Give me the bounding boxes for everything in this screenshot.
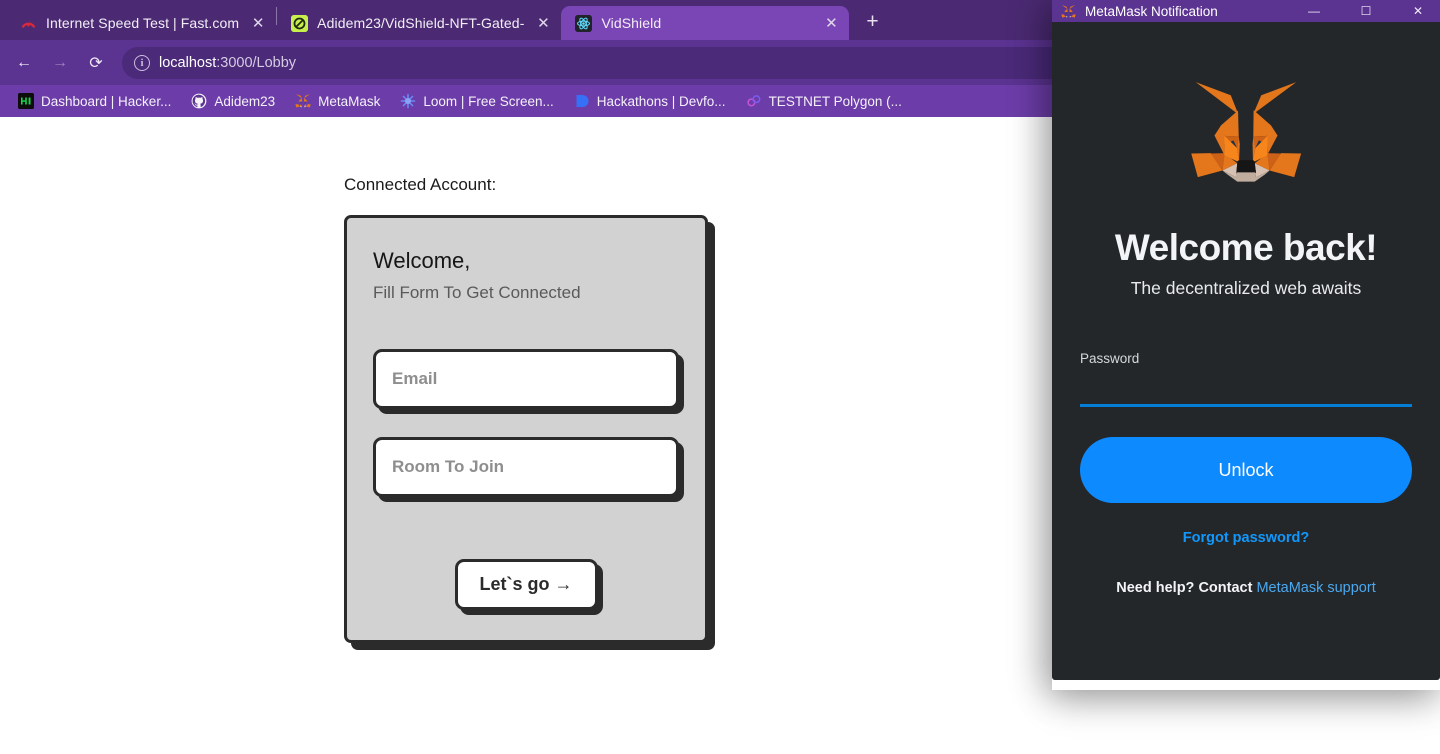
forward-button[interactable]: → (44, 47, 76, 79)
address-bar-url: localhost:3000/Lobby (159, 55, 296, 71)
bookmark-label: TESTNET Polygon (... (768, 93, 902, 109)
polygon-icon (746, 93, 762, 109)
react-icon (575, 14, 593, 32)
bookmark-adidem23[interactable]: Adidem23 (183, 90, 283, 112)
close-button[interactable]: ✕ (1396, 0, 1440, 22)
tab-close-icon[interactable]: ✕ (533, 13, 553, 33)
lets-go-button[interactable]: Let`s go → (454, 559, 598, 610)
browser-window: Internet Speed Test | Fast.com ✕ Adidem2… (0, 0, 1440, 754)
bookmark-label: Loom | Free Screen... (423, 93, 554, 109)
bookmark-label: MetaMask (318, 93, 381, 109)
connected-account-label: Connected Account: (344, 175, 497, 194)
metamask-help-text: Need help? Contact MetaMask support (1116, 580, 1375, 596)
metamask-unlock-panel: Welcome back! The decentralized web awai… (1052, 22, 1440, 680)
reload-button[interactable]: ⟳ (80, 47, 112, 79)
metamask-title-bar: MetaMask Notification — ☐ ✕ (1052, 0, 1440, 22)
metamask-support-link[interactable]: MetaMask support (1256, 580, 1375, 596)
unlock-button[interactable]: Unlock (1080, 437, 1412, 503)
card-heading: Welcome, (373, 248, 471, 273)
forgot-password-link[interactable]: Forgot password? (1183, 530, 1309, 546)
metamask-heading: Welcome back! (1114, 227, 1378, 268)
back-button[interactable]: ← (8, 47, 40, 79)
url-path: :3000/Lobby (216, 54, 297, 71)
card-actions: Let`s go → (373, 559, 679, 610)
metamask-subheading: The decentralized web awaits (1130, 278, 1362, 298)
join-room-card: Welcome, Fill Form To Get Connected Let`… (344, 215, 708, 643)
bookmark-metamask[interactable]: MetaMask (287, 90, 388, 112)
password-label: Password (1080, 351, 1140, 366)
help-prefix: Need help? Contact (1116, 580, 1257, 596)
tab-close-icon[interactable]: ✕ (248, 13, 268, 33)
metamask-fox-icon (1060, 3, 1077, 20)
tab-close-icon[interactable]: ✕ (821, 13, 841, 33)
hi-icon (18, 93, 34, 109)
metamask-fox-logo (1190, 80, 1302, 189)
email-input[interactable] (373, 349, 679, 409)
maximize-button[interactable]: ☐ (1344, 0, 1388, 22)
bookmark-devfolio[interactable]: Hackathons | Devfo... (566, 90, 734, 112)
loom-icon (400, 93, 416, 109)
tab-title: Adidem23/VidShield-NFT-Gated- (317, 15, 525, 31)
github-icon (191, 93, 207, 109)
fast-com-icon (20, 15, 37, 32)
metamask-notification-window: MetaMask Notification — ☐ ✕ Welcome back… (1052, 0, 1440, 680)
info-icon[interactable]: i (134, 54, 150, 71)
new-tab-button[interactable]: + (857, 7, 887, 37)
url-host: localhost (159, 54, 217, 71)
minimize-button[interactable]: — (1292, 0, 1336, 22)
password-input[interactable] (1080, 370, 1412, 407)
tab-fast-com[interactable]: Internet Speed Test | Fast.com ✕ (6, 6, 276, 40)
bookmark-label: Dashboard | Hacker... (41, 93, 172, 109)
devfolio-icon (574, 93, 590, 109)
lobby-content: Connected Account: Welcome, Fill Form To… (0, 117, 1052, 643)
bookmark-dashboard-hacker[interactable]: Dashboard | Hacker... (10, 90, 179, 112)
password-field-group: Password (1080, 351, 1412, 407)
bookmark-loom[interactable]: Loom | Free Screen... (392, 90, 561, 112)
metamask-fox-icon (295, 93, 311, 109)
tab-github-vidshield[interactable]: Adidem23/VidShield-NFT-Gated- ✕ (277, 6, 561, 40)
room-to-join-input[interactable] (373, 437, 679, 497)
tab-title: Internet Speed Test | Fast.com (46, 15, 240, 31)
card-subheading: Fill Form To Get Connected (373, 283, 581, 302)
bookmark-testnet-polygon[interactable]: TESTNET Polygon (... (738, 90, 910, 112)
github-repo-icon (291, 14, 309, 32)
tab-title: VidShield (601, 15, 662, 31)
bookmark-label: Adidem23 (214, 93, 276, 109)
metamask-window-title: MetaMask Notification (1085, 3, 1218, 19)
bookmark-label: Hackathons | Devfo... (596, 93, 726, 109)
tab-vidshield[interactable]: VidShield ✕ (561, 6, 850, 40)
